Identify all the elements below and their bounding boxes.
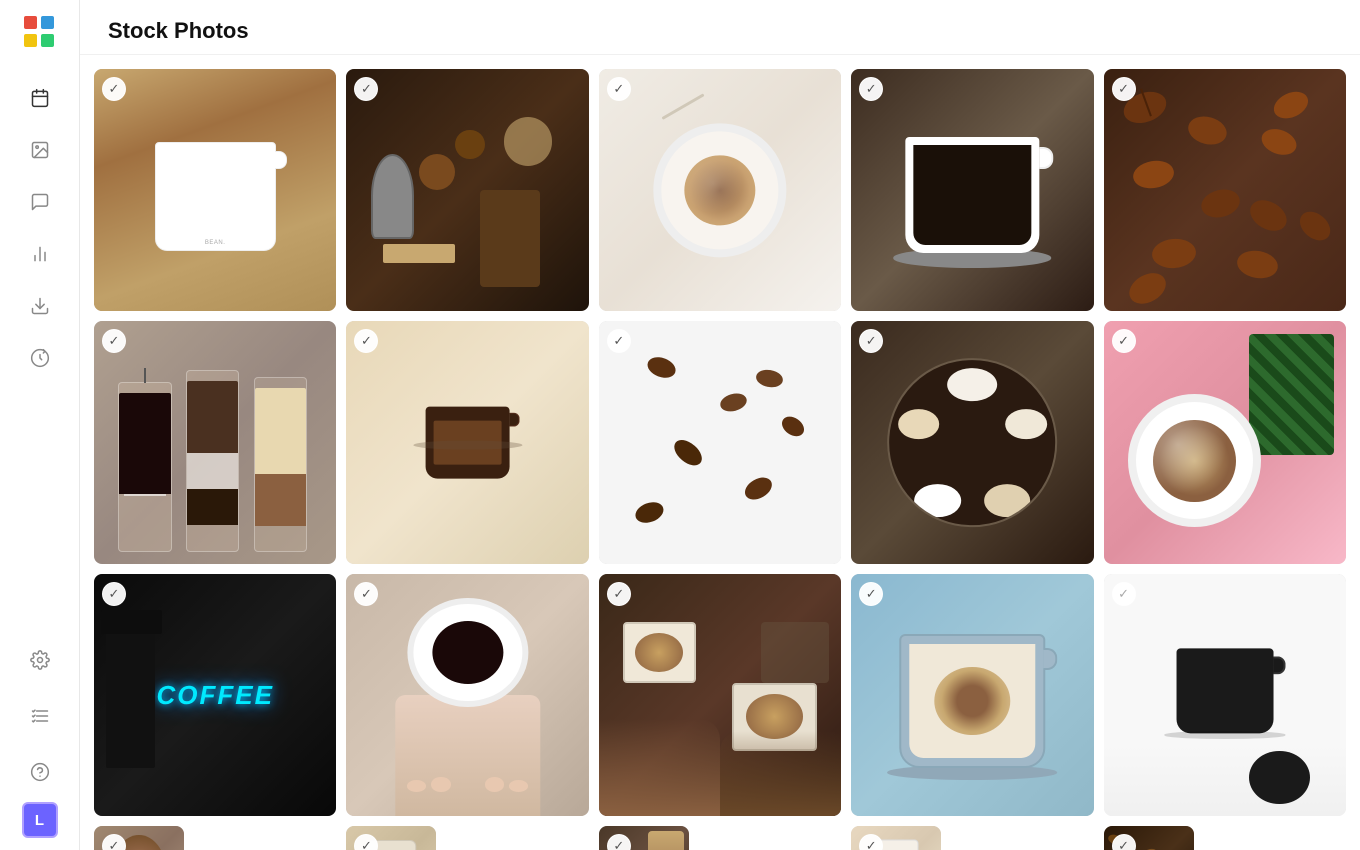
app-logo[interactable] bbox=[20, 12, 60, 52]
check-icon[interactable]: ✓ bbox=[102, 582, 126, 606]
avatar[interactable]: L bbox=[22, 802, 58, 838]
check-icon[interactable]: ✓ bbox=[1112, 77, 1136, 101]
page-header: Stock Photos bbox=[80, 0, 1360, 55]
photo-item[interactable]: ✓ bbox=[1104, 826, 1194, 850]
check-icon[interactable]: ✓ bbox=[859, 582, 883, 606]
photo-item[interactable]: ✓ bbox=[599, 826, 689, 850]
photo-item[interactable]: ✓ bbox=[851, 321, 1093, 563]
photo-item[interactable]: ✓ bbox=[851, 69, 1093, 311]
sidebar-item-checklist[interactable] bbox=[18, 694, 62, 738]
sidebar: L bbox=[0, 0, 80, 850]
photo-item[interactable]: ✓ bbox=[94, 321, 336, 563]
photo-item[interactable]: ✓ bbox=[346, 69, 588, 311]
check-icon[interactable]: ✓ bbox=[1112, 834, 1136, 850]
photo-item[interactable]: ✓ bbox=[94, 826, 184, 850]
sidebar-item-chat[interactable] bbox=[18, 180, 62, 224]
sidebar-item-download[interactable] bbox=[18, 284, 62, 328]
photo-item-coffee-sign[interactable]: ✓ COFFEE bbox=[94, 574, 336, 816]
check-icon[interactable]: ✓ bbox=[102, 77, 126, 101]
sidebar-item-help[interactable] bbox=[18, 750, 62, 794]
page-title: Stock Photos bbox=[108, 18, 1332, 44]
photo-item[interactable]: ✓ bbox=[346, 826, 436, 850]
photo-item[interactable]: ✓ bbox=[346, 574, 588, 816]
photo-item[interactable]: ✓ bbox=[851, 574, 1093, 816]
sidebar-item-analytics[interactable] bbox=[18, 232, 62, 276]
photo-item[interactable]: ✓ bbox=[1104, 574, 1346, 816]
sidebar-item-photos[interactable] bbox=[18, 128, 62, 172]
check-icon[interactable]: ✓ bbox=[102, 834, 126, 850]
check-icon[interactable]: ✓ bbox=[607, 582, 631, 606]
sidebar-item-settings[interactable] bbox=[18, 638, 62, 682]
check-icon[interactable]: ✓ bbox=[607, 834, 631, 850]
photo-item[interactable]: ✓ bbox=[599, 321, 841, 563]
photo-grid: ✓ BEAN. ✓ bbox=[94, 69, 1346, 850]
sidebar-item-calendar[interactable] bbox=[18, 76, 62, 120]
photo-item[interactable]: ✓ BEAN. bbox=[94, 69, 336, 311]
photo-item[interactable]: ✓ bbox=[599, 69, 841, 311]
check-icon[interactable]: ✓ bbox=[607, 77, 631, 101]
photo-item[interactable]: ✓ bbox=[599, 574, 841, 816]
main-content: Stock Photos ✓ BEAN. ✓ bbox=[80, 0, 1360, 850]
photo-item[interactable]: ✓ bbox=[1104, 321, 1346, 563]
check-icon[interactable]: ✓ bbox=[1112, 582, 1136, 606]
sidebar-item-campaigns[interactable] bbox=[18, 336, 62, 380]
photo-item[interactable]: ✓ bbox=[346, 321, 588, 563]
coffee-sign-text: COFFEE bbox=[156, 680, 273, 711]
photo-item[interactable]: ✓ bbox=[851, 826, 941, 850]
check-icon[interactable]: ✓ bbox=[1112, 329, 1136, 353]
check-icon[interactable]: ✓ bbox=[859, 77, 883, 101]
photo-item[interactable]: ✓ bbox=[1104, 69, 1346, 311]
photo-grid-container[interactable]: ✓ BEAN. ✓ bbox=[80, 55, 1360, 850]
